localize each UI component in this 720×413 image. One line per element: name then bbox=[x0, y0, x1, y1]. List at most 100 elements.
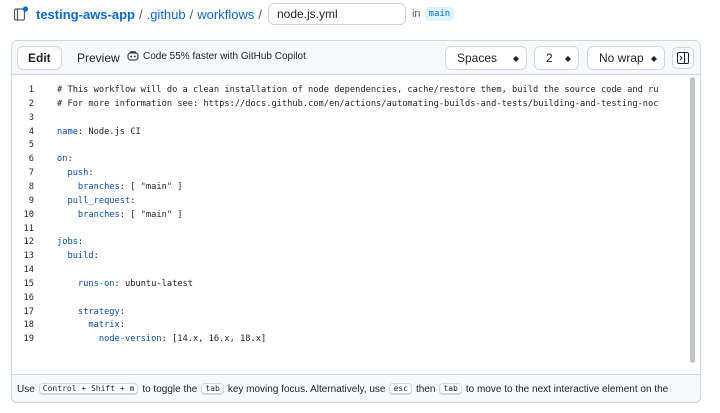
code-line[interactable]: 14 bbox=[12, 264, 700, 277]
code-line[interactable]: 4 name: Node.js CI bbox=[12, 126, 700, 139]
breadcrumb-repo-link[interactable]: testing-aws-app bbox=[36, 7, 135, 22]
line-number: 3 bbox=[28, 112, 34, 123]
code-line[interactable]: 9 pull_request: bbox=[12, 195, 700, 208]
code-text: strategy: bbox=[77, 306, 125, 317]
scrollbar-thumb[interactable] bbox=[690, 77, 695, 363]
yaml-key: strategy bbox=[77, 306, 120, 317]
indent-size-value: 2 bbox=[546, 51, 553, 65]
line-number: 13 bbox=[23, 251, 34, 262]
code-line[interactable]: 7 push: bbox=[12, 167, 700, 180]
kbd-esc: esc bbox=[389, 383, 412, 395]
line-number: 11 bbox=[23, 223, 34, 234]
breadcrumb-workflows-link[interactable]: workflows bbox=[197, 7, 254, 22]
kbd-tab: tab bbox=[439, 383, 462, 395]
code-text: # For more information see: https://docs… bbox=[57, 98, 659, 109]
code-text: push: bbox=[67, 168, 94, 179]
chevron-updown-icon: ◆ bbox=[564, 54, 571, 63]
line-number: 18 bbox=[23, 320, 34, 331]
hint-text: then bbox=[415, 383, 436, 395]
editor-toolbar: Edit Preview Code 55% faster with GitHub… bbox=[12, 41, 700, 75]
code-text: name: Node.js CI bbox=[57, 126, 141, 137]
vertical-scrollbar[interactable] bbox=[689, 77, 697, 369]
code-line[interactable]: 16 bbox=[12, 292, 700, 305]
yaml-key: runs-on bbox=[77, 278, 115, 289]
line-number: 15 bbox=[23, 278, 34, 289]
tab-preview[interactable]: Preview bbox=[68, 46, 129, 70]
code-text: node-version: [14.x, 16.x, 18.x] bbox=[98, 334, 267, 345]
keyboard-hint: Use Control + Shift + m to toggle the ta… bbox=[12, 374, 700, 402]
line-number: 17 bbox=[23, 306, 34, 317]
code-line[interactable]: 3 bbox=[12, 112, 700, 125]
code-line[interactable]: 1 # This workflow will do a clean install… bbox=[12, 84, 700, 97]
yaml-key: on bbox=[57, 154, 68, 165]
line-number: 10 bbox=[23, 209, 34, 220]
breadcrumb-github-link[interactable]: .github bbox=[147, 7, 186, 22]
yaml-key: matrix bbox=[88, 320, 120, 331]
copilot-icon bbox=[127, 50, 139, 62]
hint-text: to toggle the bbox=[142, 383, 198, 395]
copilot-promo-link[interactable]: Code 55% faster with GitHub Copilot bbox=[127, 50, 306, 62]
code-text: # This workflow will do a clean installa… bbox=[57, 85, 659, 95]
wrap-mode-select[interactable]: No wrap ◆ bbox=[587, 46, 665, 70]
toggle-panel-button[interactable] bbox=[672, 47, 694, 69]
code-text: pull_request: bbox=[67, 195, 136, 206]
code-text: branches: [ "main" ] bbox=[77, 209, 183, 220]
code-line[interactable]: 5 bbox=[12, 139, 700, 152]
line-number: 12 bbox=[23, 237, 34, 248]
line-number: 19 bbox=[23, 334, 34, 345]
code-text: runs-on: ubuntu-latest bbox=[77, 278, 194, 289]
code-line[interactable]: 11 bbox=[12, 223, 700, 236]
kbd-tab: tab bbox=[201, 383, 224, 395]
code-line[interactable]: 19 node-version: [14.x, 16.x, 18.x] bbox=[12, 333, 700, 346]
code-text: on: bbox=[57, 154, 73, 165]
code-line[interactable]: 15 runs-on: ubuntu-latest bbox=[12, 278, 700, 291]
hint-text: key moving focus. Alternatively, use bbox=[227, 383, 386, 395]
code-line[interactable]: 17 strategy: bbox=[12, 306, 700, 319]
indent-mode-select[interactable]: Spaces ◆ bbox=[445, 46, 527, 70]
line-number: 14 bbox=[23, 265, 34, 276]
line-number: 5 bbox=[28, 140, 34, 151]
yaml-key: pull_request bbox=[67, 195, 131, 206]
repo-icon bbox=[13, 6, 29, 22]
breadcrumb-separator: / bbox=[138, 6, 143, 22]
indent-mode-value: Spaces bbox=[457, 51, 498, 65]
code-line[interactable]: 18 matrix: bbox=[12, 319, 700, 332]
tab-edit[interactable]: Edit bbox=[17, 46, 62, 70]
code-line[interactable]: 13 build: bbox=[12, 250, 700, 263]
code-line[interactable]: 2 # For more information see: https://doc… bbox=[12, 98, 700, 111]
yaml-key: name bbox=[57, 126, 78, 137]
yaml-key: push bbox=[67, 168, 89, 179]
hint-text: Use bbox=[17, 383, 35, 395]
line-number: 1 bbox=[28, 85, 34, 95]
filename-input[interactable] bbox=[267, 3, 406, 25]
breadcrumb-separator: / bbox=[189, 6, 194, 22]
code-text: build: bbox=[67, 251, 99, 262]
wrap-mode-value: No wrap bbox=[599, 51, 644, 65]
line-number: 8 bbox=[28, 181, 34, 192]
kbd-shortcut: Control + Shift + m bbox=[38, 383, 139, 395]
line-number: 16 bbox=[23, 292, 34, 303]
breadcrumb: testing-aws-app / .github / workflows / … bbox=[13, 3, 455, 25]
sidebar-panel-icon bbox=[677, 52, 689, 64]
code-text: jobs: bbox=[57, 237, 84, 248]
code-editor[interactable]: 1 # This workflow will do a clean install… bbox=[12, 76, 700, 373]
line-number: 2 bbox=[28, 98, 34, 109]
code-line[interactable]: 10 branches: [ "main" ] bbox=[12, 209, 700, 222]
chevron-updown-icon: ◆ bbox=[512, 54, 519, 63]
file-editor: Edit Preview Code 55% faster with GitHub… bbox=[11, 40, 701, 403]
line-number: 9 bbox=[28, 195, 34, 206]
code-line[interactable]: 8 branches: [ "main" ] bbox=[12, 181, 700, 194]
copilot-promo-label: Code 55% faster with GitHub Copilot bbox=[143, 50, 306, 62]
code-line[interactable]: 12 jobs: bbox=[12, 236, 700, 249]
yaml-key: branches bbox=[77, 209, 120, 220]
code-text: branches: [ "main" ] bbox=[77, 181, 183, 192]
indent-size-select[interactable]: 2 ◆ bbox=[534, 46, 579, 70]
in-label: in bbox=[411, 8, 421, 20]
yaml-key: build bbox=[67, 251, 94, 262]
line-number: 6 bbox=[28, 154, 34, 165]
hint-text: to move to the next interactive element … bbox=[465, 383, 669, 395]
yaml-key: branches bbox=[77, 181, 120, 192]
code-line[interactable]: 6 on: bbox=[12, 153, 700, 166]
line-number: 4 bbox=[28, 126, 34, 137]
branch-badge: main bbox=[424, 7, 455, 21]
